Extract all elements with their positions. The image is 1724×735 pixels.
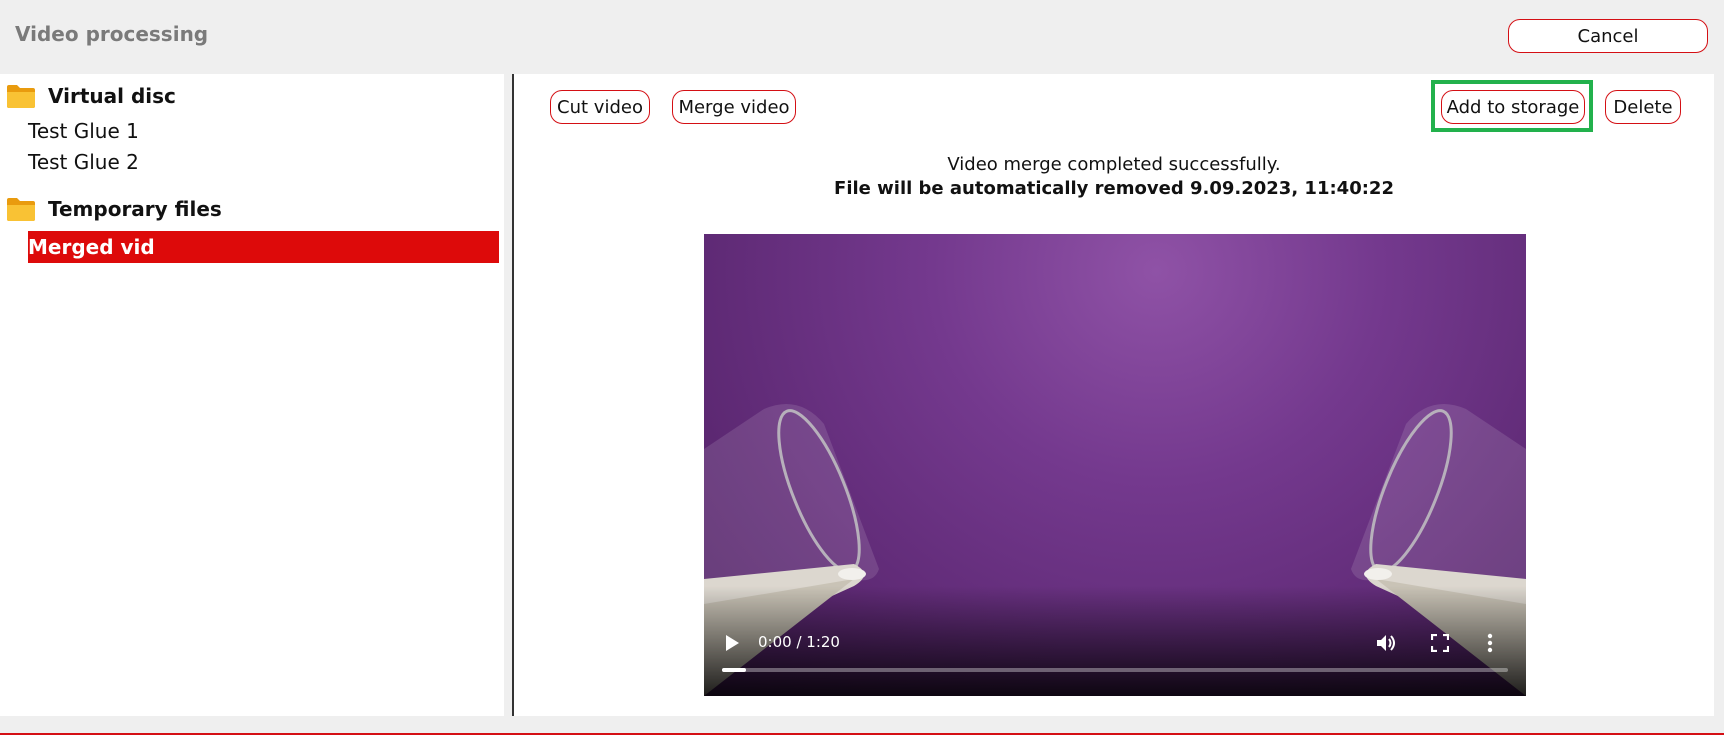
folder-label: Virtual disc (48, 84, 176, 108)
header-bar: Video processing Cancel (0, 0, 1724, 74)
volume-icon[interactable] (1376, 633, 1398, 653)
video-panel: Cut video Merge video Add to storage Del… (514, 74, 1714, 716)
folder-icon (7, 85, 35, 108)
play-icon[interactable] (724, 634, 740, 652)
merge-video-button[interactable]: Merge video (672, 90, 796, 124)
file-tree-panel: Virtual disc Test Glue 1 Test Glue 2 Tem… (0, 74, 504, 716)
file-item-test-glue-2[interactable]: Test Glue 2 (28, 148, 499, 176)
folder-temporary-files[interactable]: Temporary files (6, 194, 222, 224)
merge-status-message: Video merge completed successfully. (947, 154, 1281, 175)
add-to-storage-button[interactable]: Add to storage (1441, 90, 1585, 124)
file-item-test-glue-1[interactable]: Test Glue 1 (28, 117, 499, 145)
folder-icon (7, 198, 35, 221)
delete-button[interactable]: Delete (1605, 90, 1681, 124)
video-player[interactable]: 0:00 / 1:20 (704, 234, 1526, 696)
file-item-merged-vid[interactable]: Merged vid (28, 231, 499, 263)
playback-time: 0:00 / 1:20 (758, 633, 840, 651)
removal-notice: File will be automatically removed 9.09.… (834, 178, 1394, 199)
seek-bar[interactable] (722, 668, 1508, 672)
panel-splitter[interactable] (504, 74, 514, 716)
page-title: Video processing (15, 22, 209, 46)
folder-label: Temporary files (48, 197, 222, 221)
cancel-button[interactable]: Cancel (1508, 19, 1708, 53)
bottom-bar (0, 716, 1724, 735)
seek-bar-progress (722, 668, 746, 672)
fullscreen-icon[interactable] (1431, 634, 1449, 652)
cut-video-button[interactable]: Cut video (550, 90, 650, 124)
folder-virtual-disc[interactable]: Virtual disc (6, 81, 176, 111)
more-options-icon[interactable] (1487, 633, 1493, 653)
